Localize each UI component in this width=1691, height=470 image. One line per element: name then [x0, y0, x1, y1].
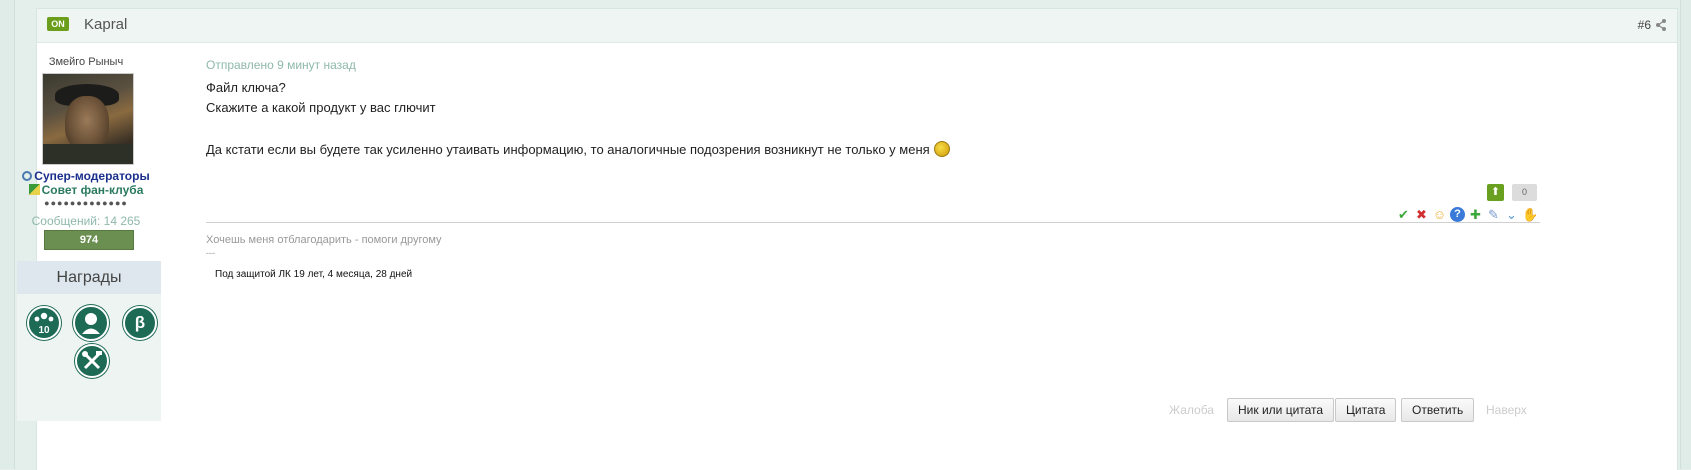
reaction-bar: ✔ ✖ ☺? ✚ ✎ ⌄ ✋ [1396, 207, 1544, 222]
group-fan-club-council[interactable]: Совет фан-клуба [10, 183, 162, 197]
post-author-name[interactable]: Kapral [84, 16, 127, 33]
signature-dash: --- [206, 248, 215, 258]
group-1-label: Супер-модераторы [34, 169, 150, 183]
post-count: Сообщений: 14 265 [31, 214, 141, 228]
vote-count: 0 [1512, 184, 1537, 201]
signature-protection: Под защитой ЛК 19 лет, 4 месяца, 28 дней [215, 269, 413, 280]
vote-up-button[interactable]: ⬆ [1487, 184, 1504, 201]
plus-icon[interactable]: ✚ [1468, 207, 1483, 222]
smile-icon[interactable]: ☺ [1432, 207, 1447, 222]
share-icon[interactable] [1655, 18, 1667, 32]
post-header: ON Kapral #6 [37, 9, 1677, 43]
complaint-link[interactable]: Жалоба [1169, 403, 1214, 417]
person-bust-icon[interactable] [73, 305, 109, 341]
reply-button[interactable]: Ответить [1401, 398, 1475, 422]
quote-button[interactable]: Цитата [1335, 398, 1397, 422]
beta-icon[interactable]: β [123, 306, 157, 340]
hand-icon[interactable]: ✋ [1522, 207, 1538, 222]
tools-icon[interactable] [75, 344, 109, 378]
chevron-icon[interactable]: ⌄ [1504, 207, 1519, 222]
post-sent-time: Отправлено 9 минут назад [206, 58, 356, 72]
people-10-icon[interactable]: 10 [27, 306, 61, 340]
group-2-label: Совет фан-клуба [41, 183, 144, 197]
awards-title: Награды [17, 261, 161, 294]
signature-divider [206, 222, 1540, 223]
post-text-line-1: Файл ключа? [206, 80, 286, 95]
speech-icon[interactable]: ✎ [1486, 207, 1501, 222]
check-icon[interactable]: ✔ [1396, 207, 1411, 222]
scroll-top-link[interactable]: Наверх [1486, 403, 1527, 417]
avatar[interactable] [42, 73, 134, 165]
signature-text: Хочешь меня отблагодарить - помоги друго… [206, 234, 442, 246]
smiley-icon [933, 141, 950, 157]
cross-icon[interactable]: ✖ [1414, 207, 1429, 222]
svg-text:10: 10 [38, 325, 50, 336]
online-status-badge: ON [47, 17, 69, 31]
post-number-link[interactable]: #6 [1638, 18, 1651, 32]
post-text-line-3-text: Да кстати если вы будете так усиленно ут… [206, 142, 930, 157]
post-text-line-2: Скажите а какой продукт у вас глючит [206, 100, 436, 115]
awards-panel: Награды 10 β [17, 261, 161, 421]
nick-or-quote-button[interactable]: Ник или цитата [1227, 398, 1335, 422]
post-text-line-3: Да кстати если вы будете так усиленно ут… [206, 141, 950, 157]
reputation-badge[interactable]: 974 [44, 230, 134, 250]
flag-icon [28, 184, 40, 195]
avatar-face [65, 96, 109, 150]
avatar-shoulders [43, 144, 133, 164]
group-super-moderators[interactable]: Супер-модераторы [10, 169, 162, 183]
page-left-border [0, 0, 15, 469]
reputation-dots: ●●●●●●●●●●●●● [44, 198, 128, 208]
user-title: Змейго Рыныч [48, 56, 124, 68]
page-right-border [1680, 0, 1691, 469]
magnifier-icon [22, 171, 33, 181]
question-icon[interactable]: ? [1450, 207, 1465, 222]
